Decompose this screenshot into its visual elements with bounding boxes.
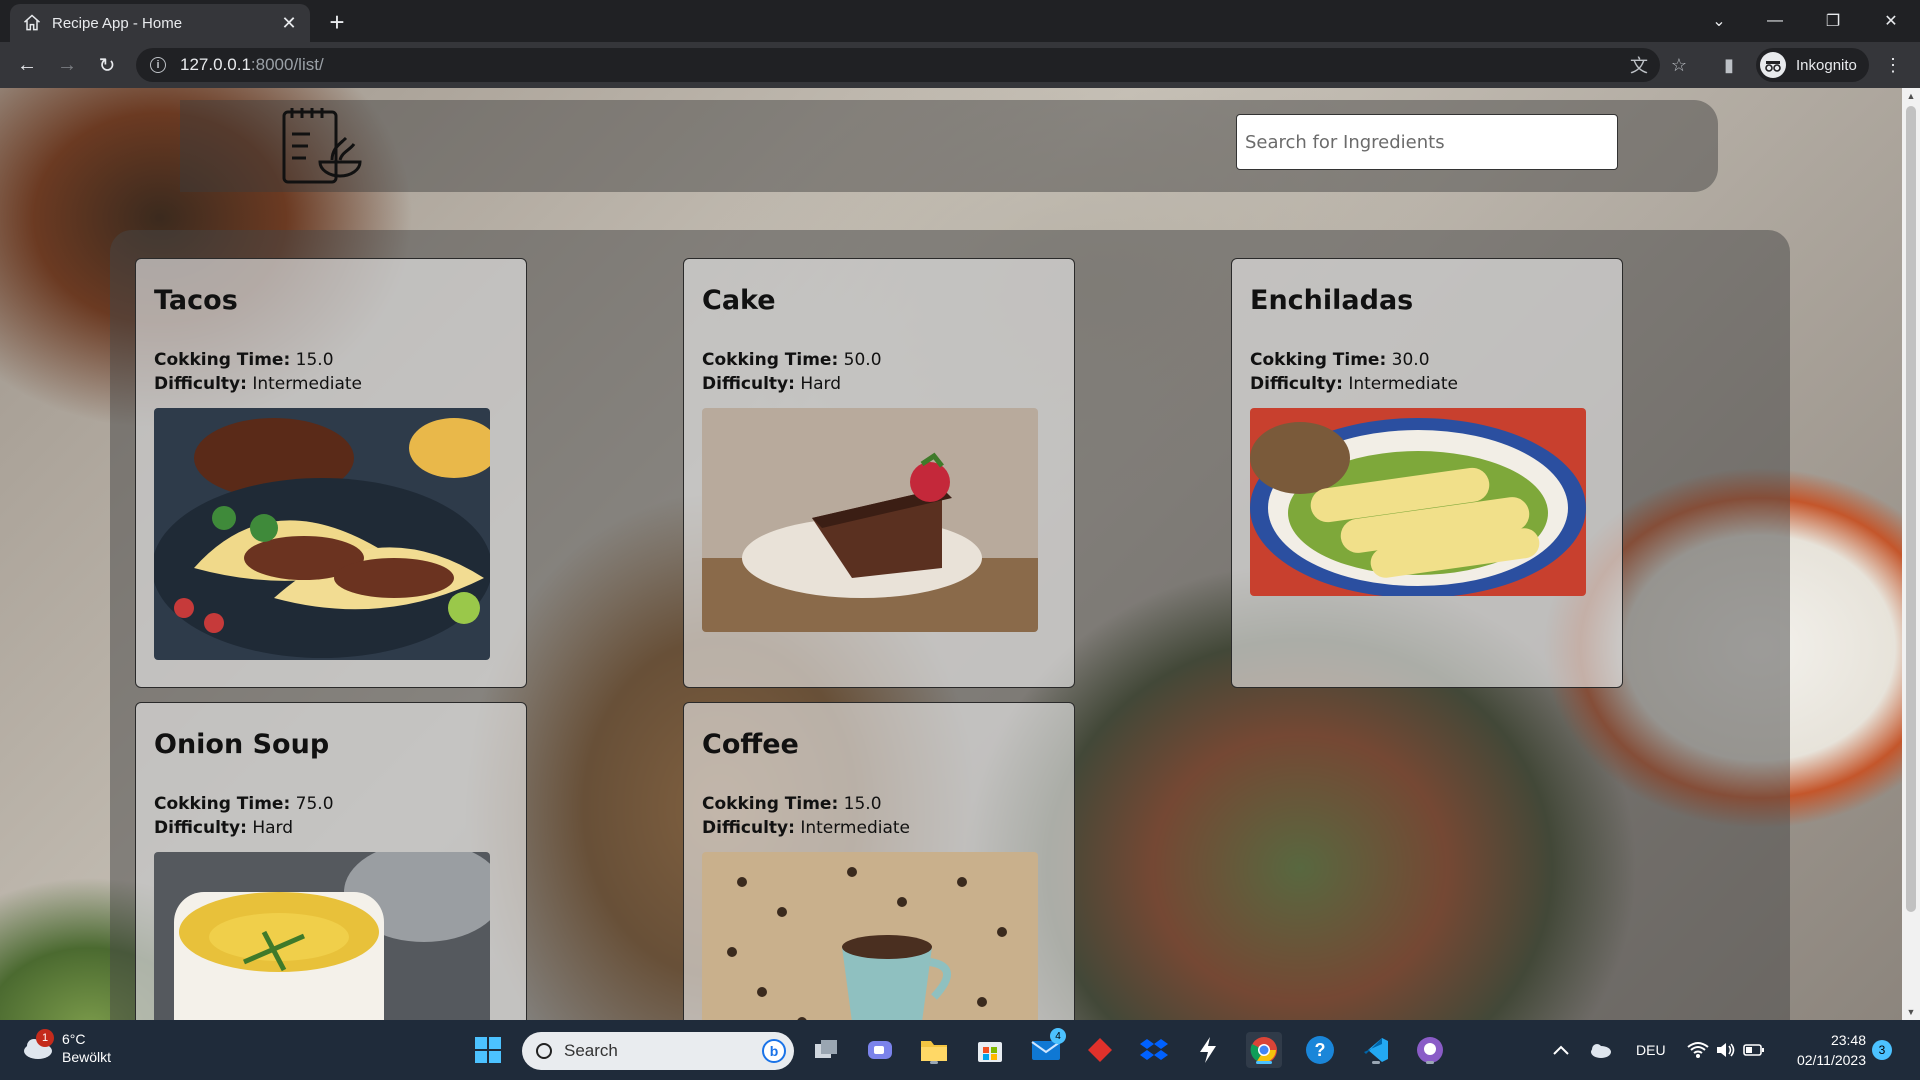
weather-widget[interactable]: 1 6°C Bewölkt bbox=[22, 1029, 112, 1066]
page-viewport: Tacos Cokking Time: 15.0 Difficulty: Int… bbox=[0, 88, 1902, 1020]
keyboard-language[interactable]: DEU bbox=[1636, 1042, 1666, 1058]
side-panel-icon[interactable]: ▮ bbox=[1716, 52, 1742, 78]
dropbox-icon[interactable] bbox=[1136, 1032, 1172, 1068]
recipe-card[interactable]: Onion Soup Cokking Time: 75.0 Difficulty… bbox=[135, 702, 527, 1020]
clock-time: 23:48 bbox=[1830, 1032, 1866, 1048]
recipe-cooking-time: Cokking Time: 15.0 bbox=[154, 350, 334, 370]
url-path: :8000/list/ bbox=[250, 55, 324, 74]
chrome-icon[interactable] bbox=[1246, 1032, 1282, 1068]
wifi-icon[interactable] bbox=[1684, 1032, 1712, 1068]
page-scrollbar[interactable]: ▲ ▼ bbox=[1902, 88, 1920, 1020]
recipe-title[interactable]: Cake bbox=[702, 285, 1056, 316]
recipe-card[interactable]: Enchiladas Cokking Time: 30.0 Difficulty… bbox=[1231, 258, 1623, 688]
weather-description: Bewölkt bbox=[62, 1049, 112, 1065]
taskbar-search-label: Search bbox=[564, 1041, 618, 1060]
battery-icon[interactable] bbox=[1740, 1032, 1768, 1068]
active-indicator bbox=[1256, 1061, 1272, 1064]
search-icon bbox=[536, 1043, 552, 1059]
scrollbar-thumb[interactable] bbox=[1906, 106, 1916, 912]
forward-icon[interactable]: → bbox=[52, 50, 82, 80]
recipe-title[interactable]: Coffee bbox=[702, 729, 1056, 760]
svg-text:?: ? bbox=[1315, 1040, 1326, 1060]
recipe-image-cake[interactable] bbox=[702, 408, 1038, 632]
recipe-title[interactable]: Enchiladas bbox=[1250, 285, 1604, 316]
recipe-cooking-time: Cokking Time: 30.0 bbox=[1250, 350, 1430, 370]
reload-icon[interactable]: ↻ bbox=[92, 50, 122, 80]
windows-taskbar: 1 6°C Bewölkt Search b 4 ? DEU 23:48 02/… bbox=[0, 1020, 1920, 1080]
site-info-icon[interactable]: i bbox=[150, 57, 166, 73]
recipe-card[interactable]: Tacos Cokking Time: 15.0 Difficulty: Int… bbox=[135, 258, 527, 688]
tab-search-icon[interactable]: ⌄ bbox=[1692, 0, 1746, 42]
bing-icon[interactable]: b bbox=[762, 1039, 786, 1063]
teams-chat-icon[interactable] bbox=[862, 1032, 898, 1068]
recipe-card[interactable]: Coffee Cokking Time: 15.0 Difficulty: In… bbox=[683, 702, 1075, 1020]
mail-icon[interactable]: 4 bbox=[1028, 1028, 1066, 1068]
minimize-button[interactable]: — bbox=[1748, 0, 1802, 42]
recipe-image-coffee[interactable] bbox=[702, 852, 1038, 1020]
profile-label: Inkognito bbox=[1796, 56, 1857, 74]
recipe-title[interactable]: Onion Soup bbox=[154, 729, 508, 760]
translate-icon[interactable]: 文 bbox=[1626, 52, 1652, 78]
recipe-cooking-time: Cokking Time: 75.0 bbox=[154, 794, 334, 814]
recipe-difficulty: Difficulty: Intermediate bbox=[702, 818, 911, 838]
microsoft-store-icon[interactable] bbox=[972, 1032, 1008, 1068]
recipe-cooking-time: Cokking Time: 50.0 bbox=[702, 350, 882, 370]
scroll-down-arrow-icon[interactable]: ▼ bbox=[1902, 1004, 1920, 1020]
tab-title: Recipe App - Home bbox=[52, 14, 183, 32]
github-desktop-icon[interactable] bbox=[1412, 1032, 1448, 1068]
ingredient-search-input[interactable] bbox=[1236, 114, 1618, 170]
recipe-image-tacos[interactable] bbox=[152, 408, 499, 660]
clock-date: 02/11/2023 bbox=[1796, 1052, 1866, 1068]
running-indicator bbox=[1372, 1061, 1380, 1064]
lightning-app-icon[interactable] bbox=[1190, 1032, 1226, 1068]
browser-toolbar: ← → ↻ i 127.0.0.1:8000/list/ 文 ☆ ▮ Inkog… bbox=[0, 42, 1920, 88]
bookmark-star-icon[interactable]: ☆ bbox=[1666, 52, 1692, 78]
recipe-title[interactable]: Tacos bbox=[154, 285, 508, 316]
task-view-icon[interactable] bbox=[808, 1032, 844, 1068]
restore-button[interactable]: ❐ bbox=[1806, 0, 1860, 42]
recipe-image-onion-soup[interactable] bbox=[154, 842, 504, 1020]
notification-count-badge[interactable]: 3 bbox=[1872, 1040, 1892, 1060]
browser-tab[interactable]: Recipe App - Home ✕ bbox=[10, 4, 310, 42]
incognito-icon bbox=[1760, 52, 1786, 78]
menu-kebab-icon[interactable]: ⋮ bbox=[1880, 52, 1906, 78]
taskbar-search-box[interactable]: Search b bbox=[522, 1032, 794, 1070]
incognito-profile-button[interactable]: Inkognito bbox=[1756, 48, 1869, 82]
close-window-button[interactable]: ✕ bbox=[1864, 0, 1918, 42]
git-kraken-icon[interactable] bbox=[1082, 1032, 1118, 1068]
url-host: 127.0.0.1 bbox=[180, 55, 251, 74]
help-icon[interactable]: ? bbox=[1302, 1032, 1338, 1068]
browser-tabstrip: Recipe App - Home ✕ + ⌄ — ❐ ✕ bbox=[0, 0, 1920, 42]
vscode-icon[interactable] bbox=[1358, 1032, 1394, 1068]
recipe-difficulty: Difficulty: Intermediate bbox=[1250, 374, 1459, 394]
recipe-image-enchiladas[interactable] bbox=[1250, 408, 1586, 598]
recipe-difficulty: Difficulty: Intermediate bbox=[154, 374, 363, 394]
recipe-book-logo bbox=[282, 108, 362, 184]
onedrive-icon[interactable] bbox=[1584, 1032, 1616, 1068]
tab-close-icon[interactable]: ✕ bbox=[280, 13, 298, 33]
recipe-difficulty: Difficulty: Hard bbox=[702, 374, 842, 394]
recipe-card[interactable]: Cake Cokking Time: 50.0 Difficulty: Hard bbox=[683, 258, 1075, 688]
mail-badge: 4 bbox=[1050, 1028, 1066, 1044]
running-indicator bbox=[1426, 1061, 1434, 1064]
show-hidden-icons-chevron[interactable] bbox=[1546, 1032, 1576, 1068]
back-icon[interactable]: ← bbox=[12, 50, 42, 80]
recipe-cooking-time: Cokking Time: 15.0 bbox=[702, 794, 882, 814]
cloud-icon: 1 bbox=[22, 1029, 54, 1061]
system-clock[interactable]: 23:48 02/11/2023 bbox=[1786, 1030, 1866, 1070]
weather-temperature: 6°C bbox=[62, 1031, 86, 1047]
recipe-difficulty: Difficulty: Hard bbox=[154, 818, 294, 838]
windows-start-icon[interactable] bbox=[470, 1032, 506, 1068]
home-icon bbox=[24, 14, 40, 31]
address-bar[interactable]: i 127.0.0.1:8000/list/ bbox=[136, 48, 1660, 82]
volume-icon[interactable] bbox=[1712, 1032, 1740, 1068]
running-indicator bbox=[930, 1061, 938, 1064]
scroll-up-arrow-icon[interactable]: ▲ bbox=[1902, 88, 1920, 104]
file-explorer-icon[interactable] bbox=[916, 1032, 952, 1068]
weather-alert-badge: 1 bbox=[36, 1029, 54, 1047]
new-tab-button[interactable]: + bbox=[322, 8, 352, 38]
